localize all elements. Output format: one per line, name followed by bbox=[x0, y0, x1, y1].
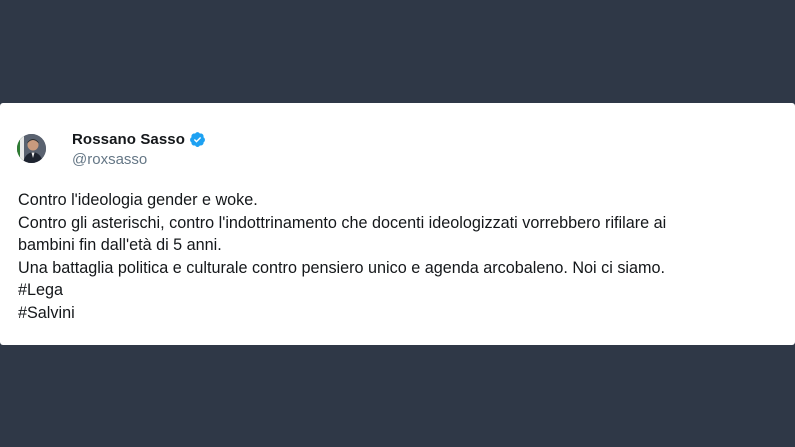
tweet-text-line: Una battaglia politica e culturale contr… bbox=[18, 258, 665, 277]
avatar-image bbox=[17, 134, 46, 163]
hashtag-lega[interactable]: #Lega bbox=[18, 279, 778, 302]
hashtag-salvini[interactable]: #Salvini bbox=[18, 302, 778, 325]
tweet-header: Rossano Sasso @roxsasso bbox=[17, 129, 206, 168]
verified-badge-icon bbox=[189, 131, 206, 148]
tweet-text-line: Contro l'ideologia gender e woke. bbox=[18, 191, 258, 209]
author-handle[interactable]: @roxsasso bbox=[72, 151, 206, 168]
tweet-text-line: bambini fin dall'età di 5 anni. bbox=[18, 236, 222, 255]
name-row: Rossano Sasso bbox=[72, 129, 206, 149]
tweet-card: Rossano Sasso @roxsasso Contro l'ideolog… bbox=[0, 103, 795, 345]
avatar[interactable] bbox=[17, 134, 46, 163]
author-info: Rossano Sasso @roxsasso bbox=[72, 129, 206, 168]
display-name[interactable]: Rossano Sasso bbox=[72, 131, 185, 148]
tweet-text-line: Contro gli asterischi, contro l'indottri… bbox=[18, 213, 667, 232]
tweet-text: Contro l'ideologia gender e woke. Contro… bbox=[18, 189, 778, 325]
